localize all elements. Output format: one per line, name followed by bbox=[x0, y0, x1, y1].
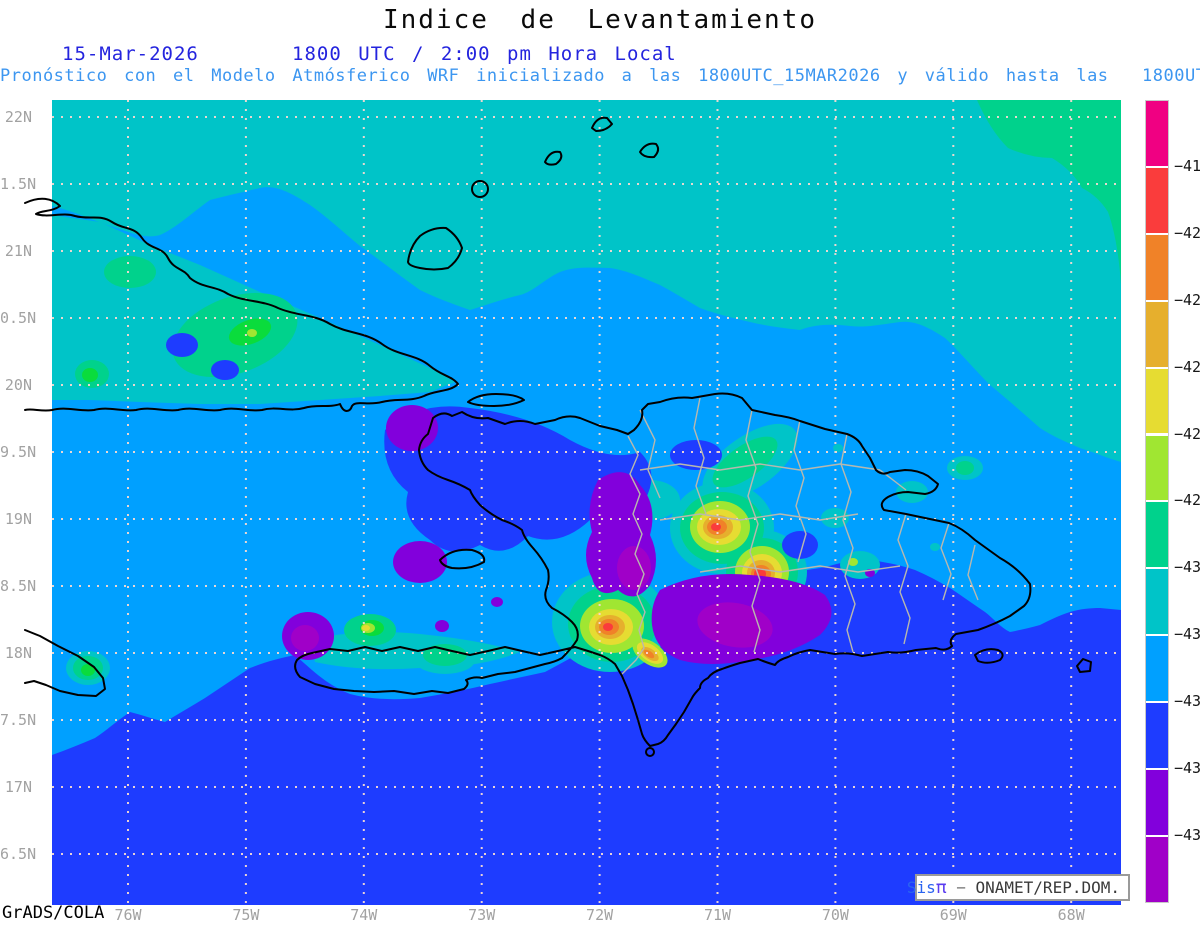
colorbar-segment bbox=[1146, 435, 1168, 501]
lon-tick-label: 71W bbox=[703, 906, 732, 924]
date-label: 15-Mar-2026 bbox=[62, 43, 199, 65]
colorbar-segment bbox=[1146, 836, 1168, 902]
lat-tick-label: 18N bbox=[4, 644, 32, 662]
lifted-index-field bbox=[52, 100, 1121, 905]
lat-tick-label: 0.5N bbox=[0, 309, 37, 327]
colorbar-tick-label: −42 bbox=[1174, 223, 1200, 242]
colorbar-segment bbox=[1146, 569, 1168, 635]
lat-tick-label: 19N bbox=[4, 510, 32, 528]
sispi-attribution-box: Sis π − ONAMET/REP.DOM. bbox=[907, 874, 1130, 901]
colorbar-tick-label: −43.8 bbox=[1174, 825, 1200, 844]
colorbar-tick-label: −42.2 bbox=[1174, 290, 1200, 309]
lon-tick-label: 74W bbox=[350, 906, 378, 924]
onamet-label: ONAMET/REP.DOM. bbox=[975, 878, 1121, 897]
pi-icon: π bbox=[935, 877, 947, 898]
colorbar-tick-label: −43.4 bbox=[1174, 692, 1200, 711]
map-canvas bbox=[24, 100, 1121, 905]
sispi-logo-text: Sis bbox=[906, 878, 936, 897]
lon-tick-label: 70W bbox=[821, 906, 849, 924]
lat-tick-label: 1.5N bbox=[0, 175, 37, 193]
weather-chart-page: Indice de Levantamiento 15-Mar-2026 1800… bbox=[0, 0, 1200, 927]
lat-tick-label: 21N bbox=[4, 242, 32, 260]
model-subtitle: Pronóstico con el Modelo Atmósferico WRF… bbox=[0, 66, 1200, 86]
lon-tick-label: 72W bbox=[586, 906, 614, 924]
colorbar-segment bbox=[1146, 368, 1168, 434]
colorbar-tick-label: −42.8 bbox=[1174, 491, 1200, 510]
colorbar-segment bbox=[1146, 301, 1168, 367]
colorbar-tick-label: −43.2 bbox=[1174, 625, 1200, 644]
lon-tick-label: 73W bbox=[468, 906, 496, 924]
colorbar-tick-label: −43 bbox=[1174, 558, 1200, 577]
colorbar-tick-label: −42.4 bbox=[1174, 357, 1200, 376]
colorbar-segment bbox=[1146, 234, 1168, 300]
dash-separator: − bbox=[946, 878, 976, 897]
valid-time-label: 1800 UTC / 2:00 pm Hora Local bbox=[292, 43, 677, 65]
lat-tick-label: 22N bbox=[4, 108, 32, 126]
lon-tick-label: 68W bbox=[1057, 906, 1085, 924]
lat-tick-label: 17N bbox=[4, 778, 32, 796]
lat-tick-label: 7.5N bbox=[0, 711, 37, 729]
lat-tick-label: 20N bbox=[4, 376, 32, 394]
lon-tick-label: 69W bbox=[939, 906, 967, 924]
colorbar-segment bbox=[1146, 636, 1168, 702]
lon-tick-label: 76W bbox=[114, 906, 142, 924]
colorbar-tick-label: −42.6 bbox=[1174, 424, 1200, 443]
lon-tick-label: 75W bbox=[232, 906, 260, 924]
colorbar-segment bbox=[1146, 703, 1168, 768]
colorbar-segment bbox=[1146, 502, 1168, 568]
lat-tick-label: 8.5N bbox=[0, 577, 37, 595]
colorbar-tick-label: −41.8 bbox=[1174, 156, 1200, 175]
colorbar-segment bbox=[1146, 167, 1168, 233]
colorbar-segment bbox=[1146, 770, 1168, 835]
colorbar-tick-label: −43.6 bbox=[1174, 759, 1200, 777]
colorbar-segment bbox=[1146, 101, 1168, 166]
colorbar bbox=[1145, 100, 1169, 903]
lat-tick-label: 9.5N bbox=[0, 443, 37, 461]
page-title: Indice de Levantamiento bbox=[382, 5, 818, 35]
lat-tick-label: 6.5N bbox=[0, 845, 37, 863]
grads-credit: GrADS/COLA bbox=[2, 903, 105, 923]
